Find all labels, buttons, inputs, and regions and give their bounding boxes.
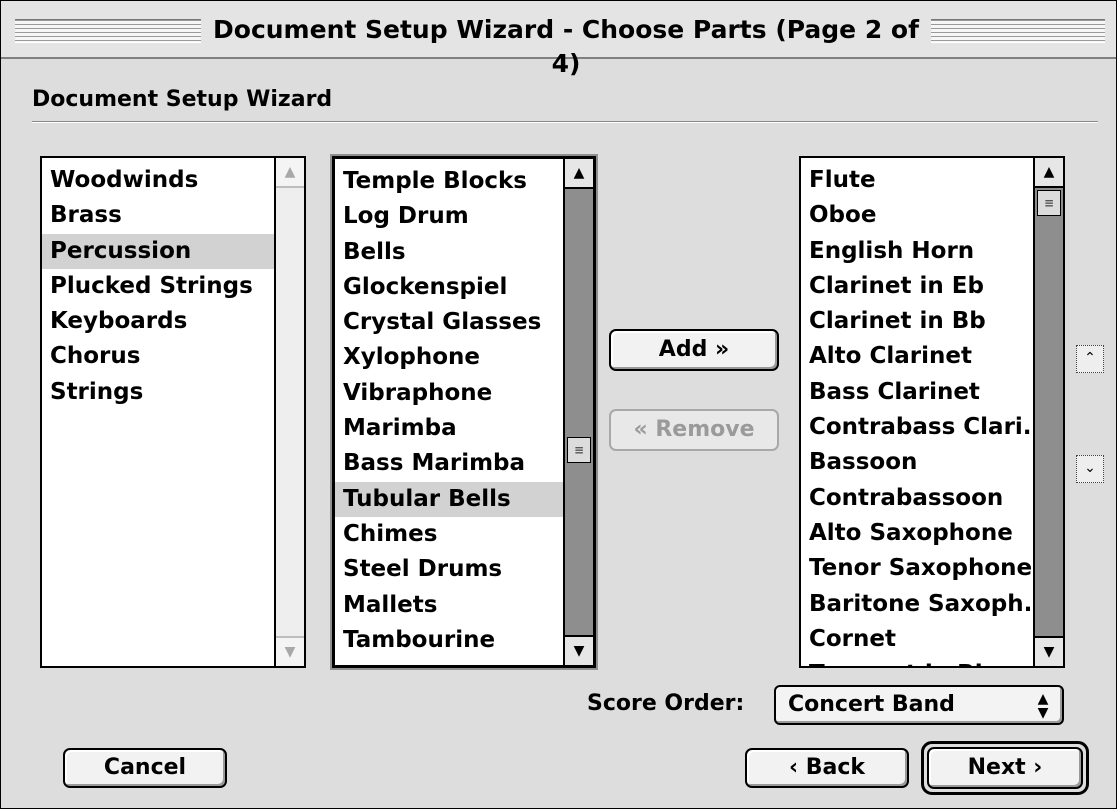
- list-item[interactable]: Contrabassoon: [801, 481, 1033, 516]
- list-item[interactable]: Baritone Saxoph...: [801, 587, 1033, 622]
- cancel-button[interactable]: Cancel: [63, 748, 227, 788]
- list-item[interactable]: Oboe: [801, 198, 1033, 233]
- title-bar-stripes-right: [929, 19, 1105, 43]
- move-up-icon[interactable]: ⌃: [1076, 345, 1104, 373]
- remove-button[interactable]: « Remove: [609, 409, 779, 451]
- list-item[interactable]: Tenor Saxophone: [801, 551, 1033, 586]
- scroll-down-arrow-icon[interactable]: ▼: [1035, 636, 1063, 666]
- list-item[interactable]: Steel Drums: [335, 552, 563, 587]
- score-order-value: Concert Band: [788, 692, 955, 717]
- instrument-list[interactable]: Temple Blocks Log Drum Bells Glockenspiel Cr…: [332, 156, 596, 668]
- list-item[interactable]: Percussion: [42, 233, 274, 269]
- instrument-items: Temple Blocks Log Drum Bells Glockenspiel Cr…: [335, 164, 563, 665]
- selected-parts-list[interactable]: Flute Oboe English Horn Clarinet in Eb Clari…: [799, 156, 1065, 668]
- list-item[interactable]: Tubular Bells: [335, 481, 563, 517]
- list-item[interactable]: Bass Clarinet: [801, 375, 1033, 410]
- list-item[interactable]: Bells: [335, 235, 563, 270]
- list-item[interactable]: Brass: [42, 198, 274, 233]
- title-bar-stripes-left: [15, 19, 205, 43]
- parts-list-scrollbar[interactable]: ▲ ≡ ▼: [1033, 158, 1063, 666]
- move-down-icon[interactable]: ⌄: [1076, 455, 1104, 483]
- scroll-up-arrow-icon[interactable]: ▲: [1035, 158, 1063, 188]
- wizard-window: Document Setup Wizard - Choose Parts (Pa…: [0, 0, 1117, 809]
- list-item[interactable]: Bass Marimba: [335, 446, 563, 481]
- list-item[interactable]: Chorus: [42, 339, 274, 374]
- instrument-list-scrollbar[interactable]: ▲ ≡ ▼: [563, 159, 593, 665]
- score-order-label: Score Order:: [587, 691, 745, 716]
- scroll-down-arrow-icon[interactable]: ▼: [565, 635, 593, 665]
- list-item[interactable]: Mallets: [335, 588, 563, 623]
- list-item[interactable]: Vibraphone: [335, 376, 563, 411]
- list-item[interactable]: Woodwinds: [42, 163, 274, 198]
- list-item[interactable]: Plucked Strings: [42, 269, 274, 304]
- scroll-up-arrow-icon[interactable]: ▲: [276, 158, 304, 188]
- scroll-thumb[interactable]: ≡: [1037, 190, 1061, 216]
- list-item[interactable]: Keyboards: [42, 304, 274, 339]
- add-button[interactable]: Add »: [609, 329, 779, 371]
- scroll-up-arrow-icon[interactable]: ▲: [565, 159, 593, 189]
- list-item[interactable]: Log Drum: [335, 199, 563, 234]
- score-order-select[interactable]: Concert Band ▲ ▼: [774, 685, 1064, 725]
- list-item[interactable]: Strings: [42, 375, 274, 410]
- list-item[interactable]: Bongo Drums: [335, 658, 563, 665]
- section-divider: [32, 121, 1098, 123]
- back-button[interactable]: ‹ Back: [745, 748, 909, 788]
- scroll-thumb[interactable]: ≡: [567, 437, 591, 463]
- list-item[interactable]: Alto Clarinet: [801, 339, 1033, 374]
- list-item[interactable]: Alto Saxophone: [801, 516, 1033, 551]
- list-item[interactable]: Marimba: [335, 411, 563, 446]
- list-item[interactable]: Chimes: [335, 517, 563, 552]
- section-title: Document Setup Wizard: [32, 87, 333, 112]
- list-item[interactable]: Clarinet in Bb: [801, 304, 1033, 339]
- list-item[interactable]: Tambourine: [335, 623, 563, 658]
- window-title: Document Setup Wizard - Choose Parts (Pa…: [201, 13, 931, 78]
- list-item[interactable]: English Horn: [801, 234, 1033, 269]
- list-item[interactable]: Clarinet in Eb: [801, 269, 1033, 304]
- list-item[interactable]: Cornet: [801, 622, 1033, 657]
- scroll-down-arrow-icon[interactable]: ▼: [276, 636, 304, 666]
- instrument-family-list[interactable]: Woodwinds Brass Percussion Plucked Strings K…: [40, 156, 306, 668]
- list-item[interactable]: Xylophone: [335, 340, 563, 375]
- family-list-scrollbar[interactable]: ▲ ▼: [274, 158, 304, 666]
- family-items: Woodwinds Brass Percussion Plucked Strings K…: [42, 163, 274, 410]
- list-item[interactable]: Glockenspiel: [335, 270, 563, 305]
- next-button[interactable]: Next ›: [927, 747, 1083, 789]
- part-items: Flute Oboe English Horn Clarinet in Eb Clari…: [801, 163, 1033, 666]
- list-item[interactable]: Crystal Glasses: [335, 305, 563, 340]
- list-item[interactable]: Contrabass Clari...: [801, 410, 1033, 445]
- list-item[interactable]: Bassoon: [801, 445, 1033, 480]
- list-item[interactable]: Temple Blocks: [335, 164, 563, 199]
- select-arrows-icon: ▲ ▼: [1037, 691, 1049, 721]
- list-item[interactable]: Trumpet in Bb: [801, 657, 1033, 666]
- title-bar[interactable]: Document Setup Wizard - Choose Parts (Pa…: [1, 1, 1116, 78]
- list-item[interactable]: Flute: [801, 163, 1033, 198]
